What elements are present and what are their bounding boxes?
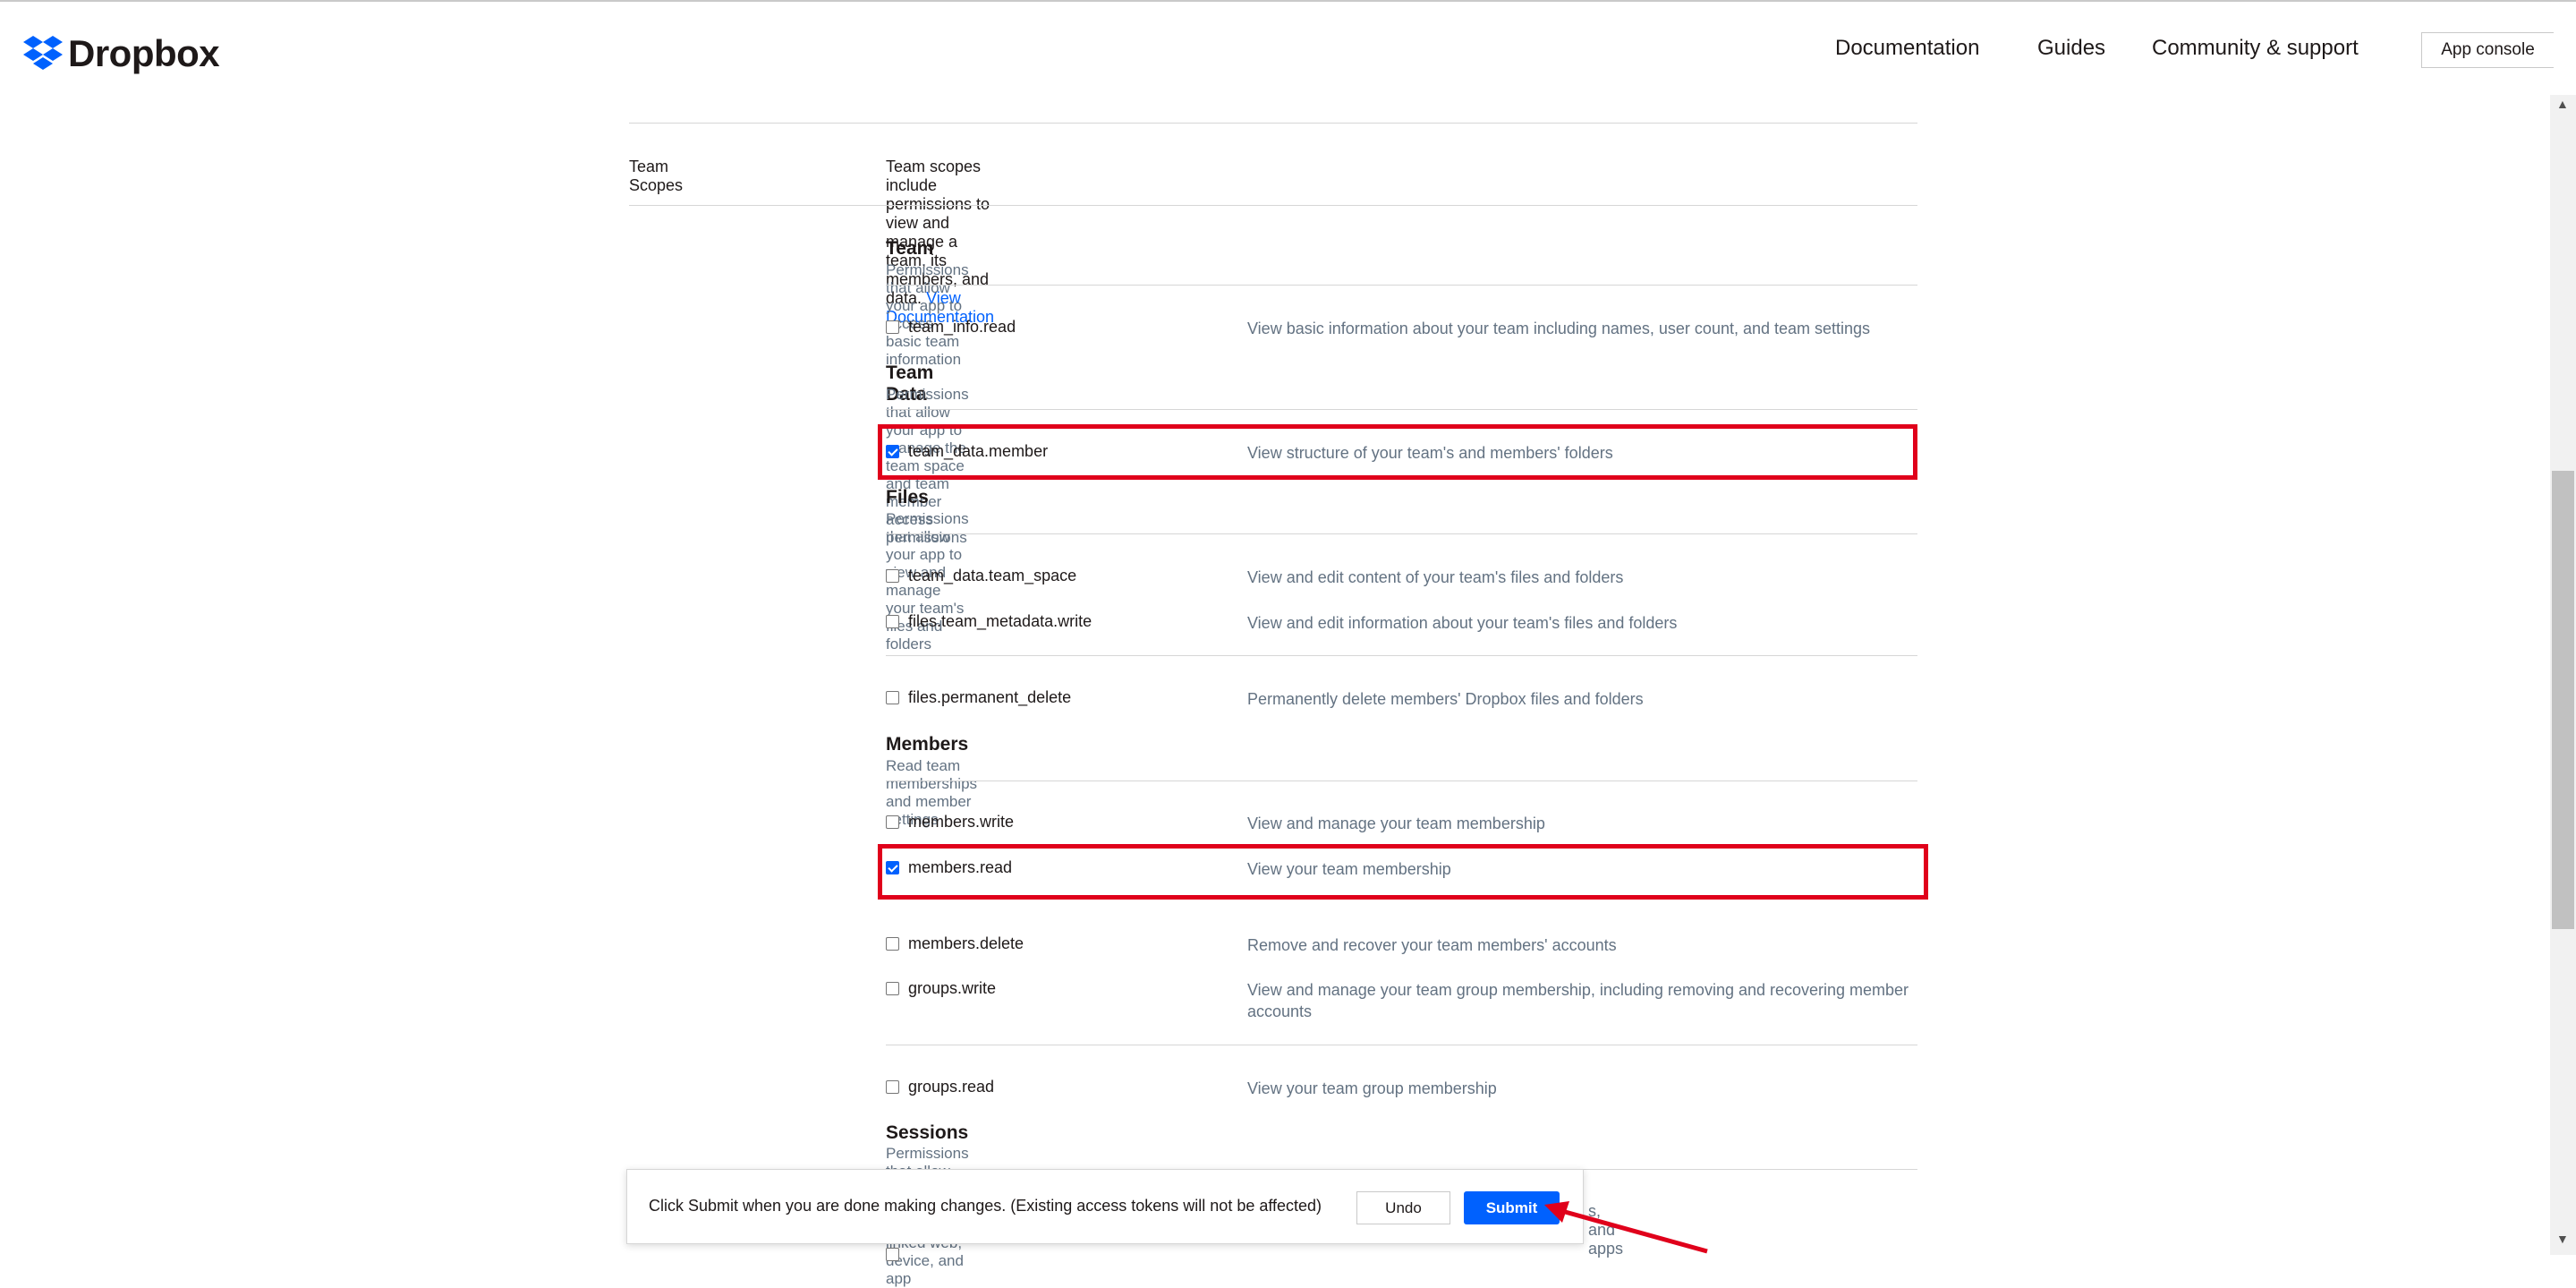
scope-row-groups-write: groups.write View and manage your team g…	[886, 979, 1915, 1024]
scope-name: team_info.read	[908, 318, 1016, 336]
scope-name: team_data.team_space	[908, 567, 1077, 584]
scope-row-groups-read: groups.read View your team group members…	[886, 1078, 1915, 1101]
scope-row-members-write: members.write View and manage your team …	[886, 813, 1915, 836]
highlight-box-members-read	[878, 844, 1928, 900]
scope-row-files-team-metadata-write: files.team_metadata.write View and edit …	[886, 612, 1915, 635]
divider	[629, 123, 1917, 124]
brand-name: Dropbox	[68, 32, 220, 74]
scroll-up-icon[interactable]: ▲	[2556, 97, 2569, 111]
scope-name: members.delete	[908, 934, 1024, 952]
scope-description: Remove and recover your team members' ac…	[1247, 936, 1617, 954]
team-scopes-label: Team Scopes	[629, 158, 684, 194]
dropbox-logo[interactable]: Dropbox	[23, 32, 220, 75]
nav-documentation[interactable]: Documentation	[1835, 36, 1979, 61]
scope-name: files.permanent_delete	[908, 688, 1072, 706]
annotation-arrow-icon	[1544, 1201, 1708, 1254]
scope-checkbox[interactable]	[886, 615, 899, 628]
highlight-box-team-data-member	[878, 424, 1917, 480]
unsaved-changes-message: Click Submit when you are done making ch…	[649, 1197, 1322, 1215]
section-subtitle-team: Permissions that allow your app to acces…	[886, 261, 969, 368]
scope-description: View and edit content of your team's fil…	[1247, 568, 1624, 586]
undo-button[interactable]: Undo	[1356, 1191, 1450, 1224]
unsaved-changes-bar: Click Submit when you are done making ch…	[626, 1169, 1584, 1244]
nav-guides[interactable]: Guides	[2037, 36, 2105, 61]
app-console-button[interactable]: App console	[2421, 32, 2554, 68]
scope-checkbox[interactable]	[886, 1080, 899, 1094]
scope-name: members.write	[908, 813, 1015, 831]
scope-row-team-data-team-space: team_data.team_space View and edit conte…	[886, 567, 1915, 590]
scope-checkbox[interactable]	[886, 320, 899, 334]
scope-description: View and manage your team group membersh…	[1247, 981, 1909, 1020]
scope-row-team-info-read: team_info.read View basic information ab…	[886, 318, 1915, 341]
scope-name: groups.write	[908, 979, 997, 997]
section-divider	[886, 409, 1917, 410]
section-divider	[886, 285, 1917, 286]
scope-description: View and edit information about your tea…	[1247, 614, 1678, 632]
scope-row-files-permanent-delete: files.permanent_delete Permanently delet…	[886, 688, 1915, 712]
section-title-sessions: Sessions	[886, 1122, 969, 1143]
scope-description: View and manage your team membership	[1247, 815, 1545, 832]
scope-checkbox[interactable]	[886, 937, 899, 951]
section-title-team: Team	[886, 238, 934, 259]
scope-description: Permanently delete members' Dropbox file…	[1247, 690, 1644, 708]
scope-checkbox[interactable]	[886, 691, 899, 704]
site-header: Dropbox Documentation Guides Community &…	[0, 2, 2554, 95]
section-title-members: Members	[886, 734, 969, 755]
scope-name: groups.read	[908, 1078, 995, 1096]
scrollbar-thumb[interactable]	[2552, 471, 2574, 929]
divider	[629, 205, 1917, 206]
section-title-files: Files	[886, 487, 929, 508]
scope-description: View basic information about your team i…	[1247, 320, 1871, 337]
scope-row-members-delete: members.delete Remove and recover your t…	[886, 934, 1915, 958]
divider	[886, 655, 1917, 656]
section-divider	[886, 780, 1917, 781]
scope-description: View your team group membership	[1247, 1079, 1497, 1097]
dropbox-icon	[23, 36, 63, 70]
section-divider	[886, 533, 1917, 534]
scroll-down-icon[interactable]: ▼	[2556, 1232, 2569, 1246]
scope-checkbox[interactable]	[886, 569, 899, 583]
scope-checkbox[interactable]	[886, 982, 899, 995]
nav-community-support[interactable]: Community & support	[2152, 36, 2359, 61]
scope-name: files.team_metadata.write	[908, 612, 1092, 630]
scope-checkbox[interactable]	[886, 815, 899, 829]
